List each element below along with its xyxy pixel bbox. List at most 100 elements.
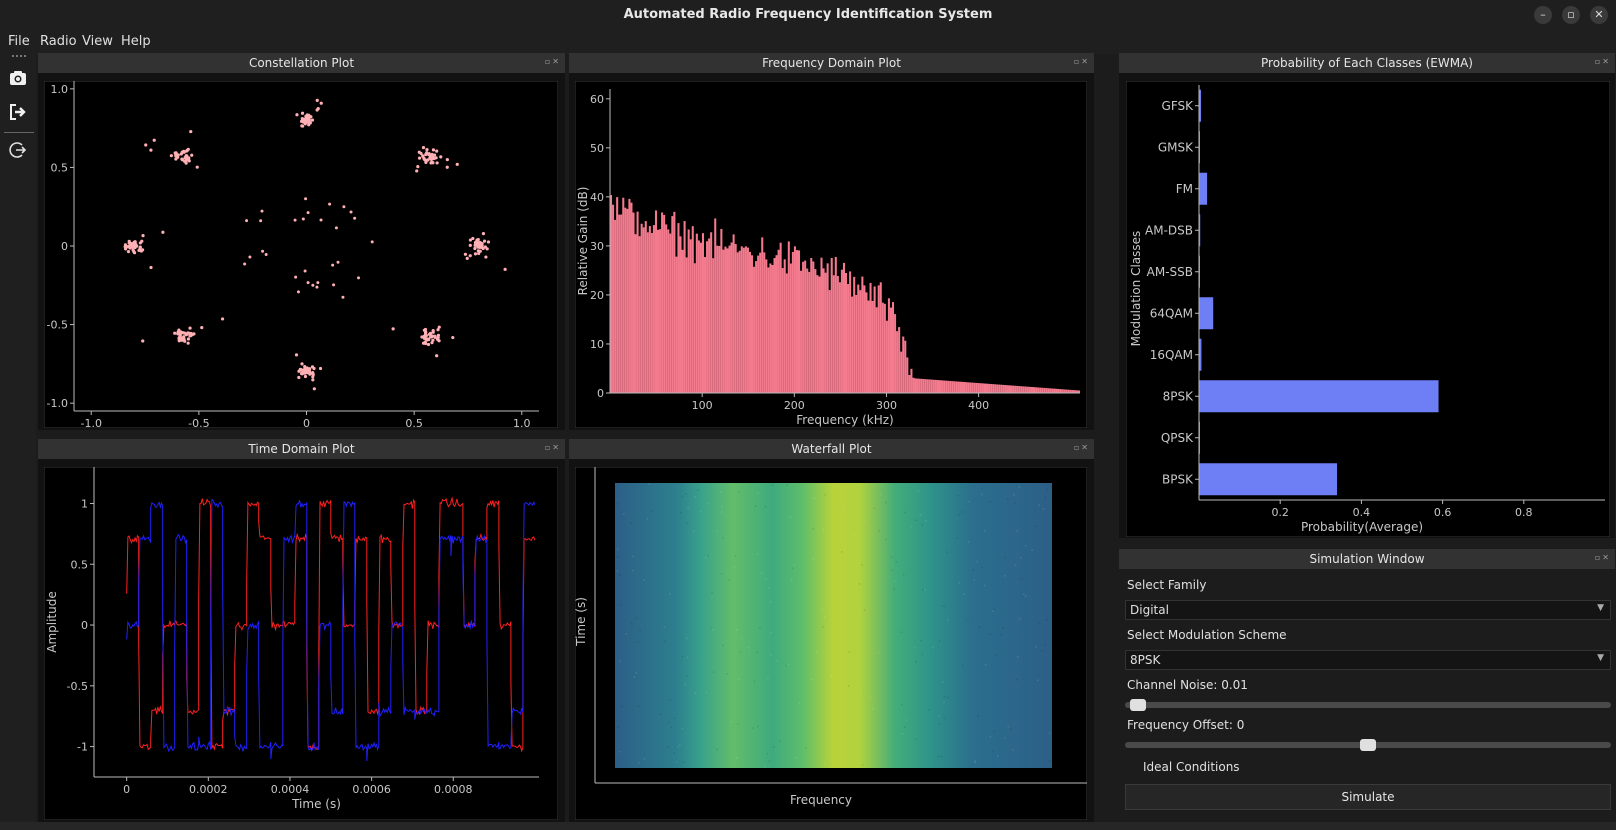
restore-button[interactable]: ▫ <box>1562 6 1580 24</box>
spectrum-bar <box>657 229 660 393</box>
waterfall-noise <box>722 644 724 647</box>
spectrum-bar <box>820 257 823 393</box>
waterfall-noise <box>681 727 684 730</box>
waterfall-noise <box>872 708 874 710</box>
spectrum-bar <box>1055 388 1058 393</box>
close-button[interactable]: ✕ <box>1590 6 1608 24</box>
spectrum-bar <box>654 210 657 393</box>
waterfall-noise <box>810 678 813 681</box>
constellation-point <box>144 143 148 147</box>
spectrum-bar <box>1061 389 1064 393</box>
spectrum-bar <box>765 259 768 393</box>
spectrum-bar <box>712 258 715 393</box>
constellation-point <box>294 353 299 357</box>
camera-icon[interactable] <box>8 68 28 88</box>
waterfall-noise <box>1006 498 1009 500</box>
waterfall-noise <box>830 675 833 677</box>
panel-title[interactable]: Frequency Domain Plot <box>569 53 1094 73</box>
panel-controls[interactable]: ▫✕ <box>1074 57 1090 66</box>
spectrum-bar <box>681 249 684 393</box>
waterfall-noise <box>860 690 863 692</box>
spectrum-bar <box>751 255 754 393</box>
ideal-conditions-checkbox[interactable]: Ideal Conditions <box>1143 760 1240 774</box>
minimize-button[interactable]: – <box>1534 6 1552 24</box>
waterfall-noise <box>946 551 948 553</box>
spectrum-bar <box>845 272 848 393</box>
constellation-point <box>176 332 180 336</box>
waterfall-noise <box>1024 544 1027 547</box>
waterfall-noise <box>904 511 907 514</box>
panel-title[interactable]: Time Domain Plot <box>38 439 565 459</box>
waterfall-noise <box>976 560 978 563</box>
constellation-point <box>428 331 433 335</box>
spectrum-bar <box>806 268 809 393</box>
constellation-point <box>185 332 189 336</box>
panel-title[interactable]: Waterfall Plot <box>569 439 1094 459</box>
waterfall-noise <box>961 664 964 667</box>
waterfall-noise <box>733 566 736 568</box>
family-select[interactable]: Digital ▼ <box>1125 600 1611 620</box>
waterfall-noise <box>768 587 771 589</box>
menu-help[interactable]: Help <box>121 34 151 49</box>
panel-title[interactable]: Simulation Window <box>1119 549 1615 569</box>
waterfall-noise <box>793 564 795 567</box>
constellation-point <box>220 317 225 321</box>
waterfall-noise <box>909 525 912 528</box>
menu-radio[interactable]: Radio <box>40 34 77 49</box>
spectrum-bar <box>932 379 935 393</box>
slider-handle[interactable] <box>1129 699 1146 711</box>
spectrum-bar <box>1063 389 1066 393</box>
menu-view[interactable]: View <box>82 34 113 49</box>
panel-controls[interactable]: ▫✕ <box>1074 443 1090 452</box>
y-tick-label: 0 <box>597 387 604 400</box>
scheme-select[interactable]: 8PSK ▼ <box>1125 650 1611 670</box>
waterfall-noise <box>921 653 924 656</box>
constellation-point <box>132 245 136 249</box>
waterfall-noise <box>738 678 740 681</box>
waterfall-noise <box>619 574 621 576</box>
exit-icon[interactable] <box>8 140 28 160</box>
spectrum-bar <box>877 285 880 393</box>
spectrum-bar <box>853 276 856 393</box>
waterfall-noise <box>947 618 949 621</box>
panel-title[interactable]: Probability of Each Classes (EWMA) <box>1119 53 1615 73</box>
spectrum-bar <box>861 276 864 393</box>
panel-controls[interactable]: ▫✕ <box>1595 553 1611 562</box>
waterfall-noise <box>957 495 960 497</box>
panel-controls[interactable]: ▫✕ <box>545 443 561 452</box>
toolbar-separator <box>4 132 34 133</box>
export-icon[interactable] <box>8 102 28 122</box>
spectrum-bar <box>734 243 737 393</box>
x-tick-label: 0 <box>303 417 310 428</box>
constellation-point <box>342 205 346 209</box>
menu-file[interactable]: File <box>8 34 30 49</box>
spectrum-bar <box>687 229 690 393</box>
constellation-point <box>426 337 430 341</box>
constellation-point <box>300 362 304 366</box>
waterfall-noise <box>684 683 686 686</box>
category-label: GFSK <box>1162 99 1195 113</box>
panel-controls[interactable]: ▫✕ <box>545 57 561 66</box>
constellation-point <box>243 262 247 266</box>
simulate-button[interactable]: Simulate <box>1125 784 1611 810</box>
toolbar-grip[interactable] <box>12 55 26 57</box>
spectrum-bar <box>775 255 778 393</box>
x-tick-label: 0.8 <box>1515 506 1533 519</box>
constellation-point <box>426 342 431 347</box>
panel-title[interactable]: Constellation Plot <box>38 53 565 73</box>
constellation-point <box>173 331 177 335</box>
slider-handle[interactable] <box>1360 739 1376 751</box>
category-label: AM-SSB <box>1147 265 1193 279</box>
time-panel: Time Domain Plot ▫✕ 0 0.0002 0.0004 0.0006 0… <box>38 439 565 822</box>
constellation-point <box>473 252 478 256</box>
constellation-point <box>436 337 440 342</box>
constellation-point <box>186 337 191 341</box>
panel-controls[interactable]: ▫✕ <box>1595 57 1611 66</box>
simulation-panel: Simulation Window ▫✕ Select Family Digit… <box>1119 549 1615 822</box>
spectrum-bar <box>830 257 833 393</box>
x-tick-label: 400 <box>968 399 989 412</box>
spectrum-bar <box>838 282 841 393</box>
noise-slider[interactable] <box>1125 699 1611 711</box>
slider-track[interactable] <box>1125 702 1611 708</box>
offset-slider[interactable] <box>1125 739 1611 751</box>
